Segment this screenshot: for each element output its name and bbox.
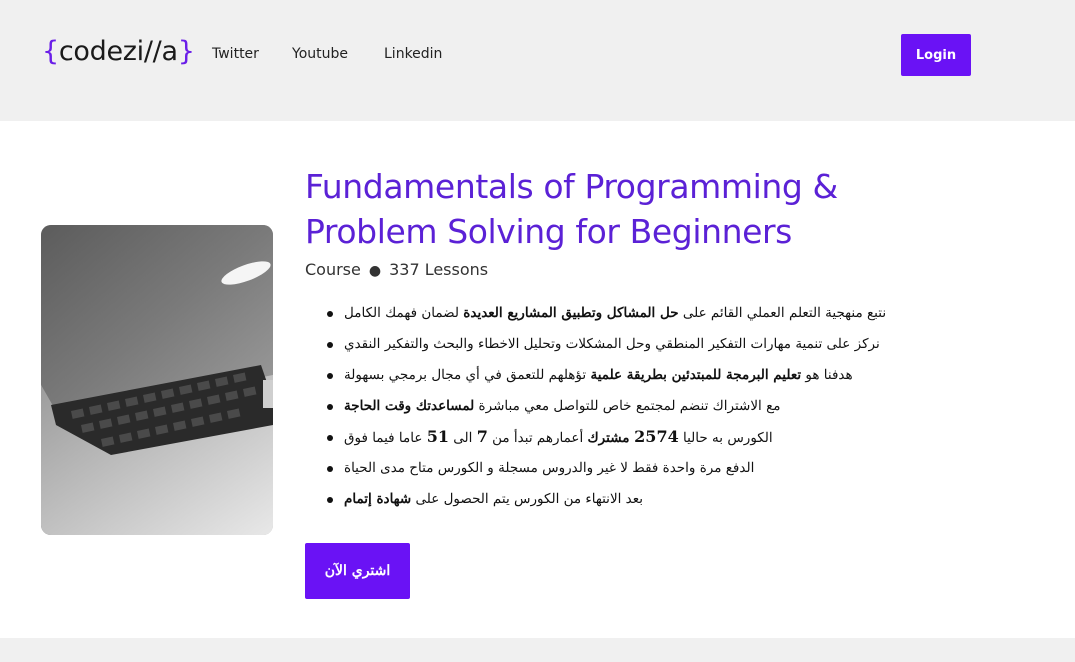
feature-item: الدفع مرة واحدة فقط لا غير والدروس مسجلة…: [322, 455, 922, 486]
feature-item: هدفنا هو تعليم البرمجة للمبتدئين بطريقة …: [322, 362, 922, 393]
feature-list: نتبع منهجية التعلم العملي القائم على حل …: [322, 300, 922, 517]
course-type: Course: [305, 260, 361, 279]
feature-item: نركز على تنمية مهارات التفكير المنطقي وح…: [322, 331, 922, 362]
laptop-image: [41, 225, 273, 535]
footer-band: [0, 638, 1075, 662]
separator-dot: ●: [368, 263, 382, 279]
nav-link-twitter[interactable]: Twitter: [212, 46, 259, 62]
feature-item: بعد الانتهاء من الكورس يتم الحصول على شه…: [322, 486, 922, 517]
login-button[interactable]: Login: [901, 34, 971, 76]
nav-link-linkedin[interactable]: Linkedin: [384, 46, 442, 62]
course-image: [41, 225, 273, 535]
feature-item: الكورس به حاليا 2574 مشترك أعمارهم تبدأ …: [322, 424, 922, 455]
logo[interactable]: {codezi//a}: [42, 36, 195, 67]
nav-link-youtube[interactable]: Youtube: [292, 46, 348, 62]
feature-item: نتبع منهجية التعلم العملي القائم على حل …: [322, 300, 922, 331]
course-meta: Course ● 337 Lessons: [305, 260, 488, 279]
course-title: Fundamentals of Programming & Problem So…: [305, 167, 838, 251]
lesson-count: 337 Lessons: [389, 260, 489, 279]
buy-now-button[interactable]: اشتري الآن: [305, 543, 410, 599]
site-header: {codezi//a} Twitter Youtube Linkedin Log…: [0, 0, 1075, 121]
feature-item: مع الاشتراك تنضم لمجتمع خاص للتواصل معي …: [322, 393, 922, 424]
logo-text: codezi//a: [58, 36, 178, 67]
